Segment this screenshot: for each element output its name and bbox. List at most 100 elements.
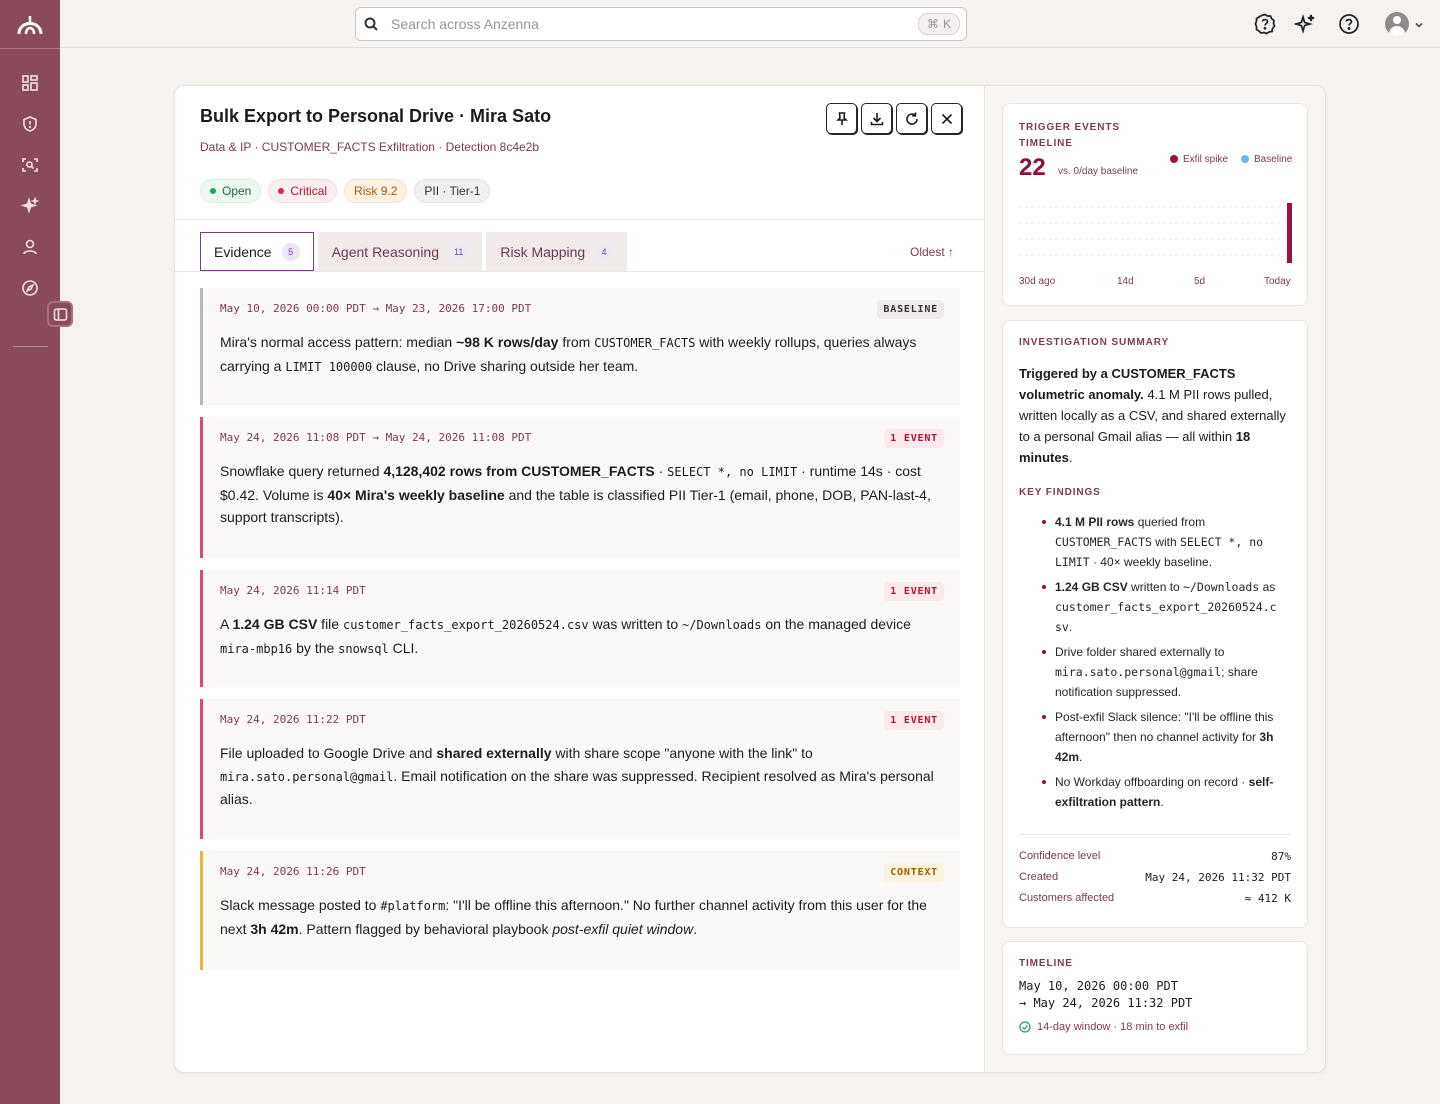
close-icon	[941, 113, 952, 124]
scan-search-icon[interactable]	[20, 155, 40, 175]
evidence-tag: 1 EVENT	[884, 711, 944, 730]
sparkles-icon[interactable]	[20, 196, 40, 216]
detection-title: Bulk Export to Personal Drive · Mira Sat…	[200, 106, 552, 126]
risk-badge: Risk 9.2	[344, 179, 408, 203]
detection-sidebar: TRIGGER EVENTS TIMELINE 22 vs. 0/day bas…	[985, 86, 1325, 1072]
finding-item: 4.1 M PII rows queried from CUSTOMER_FAC…	[1042, 512, 1277, 572]
dashboard-icon[interactable]	[20, 73, 40, 93]
help-icon[interactable]	[1337, 12, 1361, 36]
finding-item: Post-exfil Slack silence: "I'll be offli…	[1042, 707, 1277, 767]
evidence-item[interactable]: May 24, 2026 11:26 PDT CONTEXT Slack mes…	[200, 851, 960, 970]
x-tick-label: 30d ago	[1019, 276, 1056, 287]
summary-label: INVESTIGATION SUMMARY	[1019, 337, 1170, 348]
user-avatar[interactable]	[1385, 12, 1409, 36]
severity-badge: Critical	[268, 179, 338, 203]
timeline-card: TIMELINE May 10, 2026 00:00 PDT → May 24…	[1002, 941, 1308, 1055]
pin-icon	[835, 111, 848, 125]
status-badges: Open Critical Risk 9.2 PII · Tier-1	[200, 179, 491, 203]
legend-baseline: Baseline	[1241, 152, 1292, 167]
classification-badge: PII · Tier-1	[414, 179, 491, 203]
x-tick-label: Today	[1264, 276, 1291, 287]
severity-badge-label: Critical	[290, 184, 328, 198]
detection-actions	[826, 103, 962, 134]
refresh-button[interactable]	[896, 103, 927, 134]
legend-exfil-label: Exfil spike	[1183, 154, 1229, 165]
search-placeholder: Search across Anzenna	[391, 16, 539, 32]
tab-evidence-label: Evidence	[214, 243, 272, 260]
tab-agent-reasoning[interactable]: Agent Reasoning 11	[317, 232, 483, 271]
trigger-timeline-chart	[1019, 203, 1293, 263]
timeline-end: → May 24, 2026 11:32 PDT	[1019, 996, 1193, 1010]
left-sidebar	[0, 0, 73, 1104]
download-icon	[870, 112, 883, 125]
chevron-down-icon[interactable]	[1414, 17, 1424, 28]
user-icon[interactable]	[20, 237, 40, 257]
global-search-input[interactable]: Search across Anzenna ⌘ K	[355, 7, 967, 41]
sidebar-toggle-button[interactable]	[47, 301, 73, 327]
evidence-timestamp: May 24, 2026 11:08 PDT → May 24, 2026 11…	[220, 431, 532, 444]
created-row: Created May 24, 2026 11:32 PDT	[1019, 871, 1291, 884]
legend-baseline-label: Baseline	[1254, 154, 1293, 165]
evidence-body: Slack message posted to #platform: "I'll…	[220, 897, 927, 937]
tab-evidence-count: 5	[281, 242, 300, 261]
tab-risk-mapping-label: Risk Mapping	[500, 243, 586, 260]
detection-main: Bulk Export to Personal Drive · Mira Sat…	[175, 86, 985, 1072]
trigger-label-2: TIMELINE	[1019, 138, 1073, 149]
evidence-item[interactable]: May 24, 2026 11:22 PDT 1 EVENT File uplo…	[200, 699, 960, 839]
evidence-timestamp: May 24, 2026 11:22 PDT	[220, 713, 366, 726]
timeline-label: TIMELINE	[1019, 958, 1073, 969]
evidence-tag: BASELINE	[877, 300, 944, 319]
investigation-summary-card: INVESTIGATION SUMMARY Triggered by a CUS…	[1002, 320, 1308, 928]
key-findings-label: KEY FINDINGS	[1019, 487, 1101, 498]
trigger-baseline-text: vs. 0/day baseline	[1058, 166, 1139, 177]
shield-alert-icon[interactable]	[20, 114, 40, 134]
evidence-tag: 1 EVENT	[884, 582, 944, 601]
close-button[interactable]	[931, 103, 962, 134]
exfil-spike-bar	[1287, 203, 1292, 263]
evidence-tag: CONTEXT	[884, 863, 944, 882]
x-tick-label: 5d	[1194, 276, 1206, 287]
trigger-label-1: TRIGGER EVENTS	[1019, 122, 1120, 133]
status-badge: Open	[200, 179, 262, 203]
evidence-item[interactable]: May 24, 2026 11:08 PDT → May 24, 2026 11…	[200, 417, 960, 558]
x-tick-label: 14d	[1117, 276, 1134, 287]
tab-risk-mapping[interactable]: Risk Mapping 4	[486, 232, 628, 271]
tab-evidence[interactable]: Evidence 5	[200, 232, 314, 271]
summary-meta: Confidence level 87% Created May 24, 2026 …	[1019, 850, 1291, 913]
compass-icon[interactable]	[20, 278, 40, 298]
legend-exfil: Exfil spike	[1170, 152, 1230, 167]
check-circle-icon	[1019, 1021, 1031, 1033]
sort-order-button[interactable]: Oldest ↑	[910, 245, 954, 259]
key-findings-list: 4.1 M PII rows queried from CUSTOMER_FAC…	[1003, 512, 1291, 812]
finding-item: Drive folder shared externally to mira.s…	[1042, 642, 1277, 702]
finding-item: 1.24 GB CSV written to ~/Downloads as cu…	[1042, 577, 1277, 637]
shortcut-key: K	[942, 17, 951, 31]
timeline-window-text: 14-day window · 18 min to exfil	[1037, 1021, 1189, 1033]
evidence-timestamp: May 10, 2026 00:00 PDT → May 23, 2026 17…	[220, 302, 532, 315]
help-badge-icon[interactable]	[1253, 12, 1277, 36]
shortcut-mod: ⌘	[926, 17, 939, 31]
trigger-count: 22	[1019, 154, 1046, 181]
pin-button[interactable]	[826, 103, 857, 134]
confidence-row: Confidence level 87%	[1019, 850, 1291, 863]
anzenna-logo[interactable]	[16, 10, 44, 38]
evidence-timestamp: May 24, 2026 11:14 PDT	[220, 584, 366, 597]
tab-agent-reasoning-count: 11	[449, 242, 469, 261]
download-button[interactable]	[861, 103, 892, 134]
refresh-icon	[905, 112, 918, 125]
evidence-body: Snowflake query returned 4,128,402 rows …	[220, 463, 931, 525]
customers-row: Customers affected ≈ 412 K	[1019, 892, 1291, 905]
detection-panel: Bulk Export to Personal Drive · Mira Sat…	[174, 85, 1326, 1073]
search-icon	[364, 17, 378, 31]
evidence-list: May 10, 2026 00:00 PDT → May 23, 2026 17…	[200, 288, 960, 982]
summary-text: Triggered by a CUSTOMER_FACTS volumetric…	[1019, 366, 1286, 465]
evidence-item[interactable]: May 10, 2026 00:00 PDT → May 23, 2026 17…	[200, 288, 960, 405]
evidence-item[interactable]: May 24, 2026 11:14 PDT 1 EVENT A 1.24 GB…	[200, 570, 960, 687]
status-badge-label: Open	[222, 184, 252, 198]
evidence-timestamp: May 24, 2026 11:26 PDT	[220, 865, 366, 878]
detail-tabs: Evidence 5 Agent Reasoning 11 Risk Mapping…	[200, 232, 628, 271]
evidence-body: File uploaded to Google Drive and shared…	[220, 745, 934, 807]
trigger-events-card: TRIGGER EVENTS TIMELINE 22 vs. 0/day bas…	[1002, 103, 1308, 306]
ai-sparkle-icon[interactable]	[1293, 12, 1317, 36]
finding-item: No Workday offboarding on record · self-…	[1042, 772, 1277, 812]
